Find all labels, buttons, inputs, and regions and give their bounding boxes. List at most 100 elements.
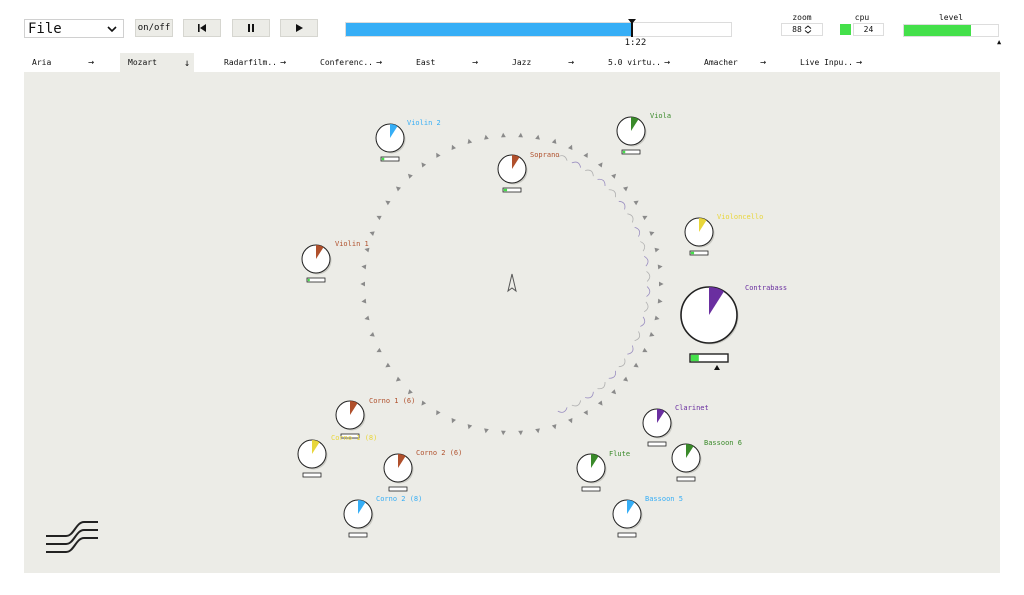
tab-jazz[interactable]: Jazz → (504, 53, 578, 72)
source-flute[interactable] (576, 453, 607, 492)
speaker-marker (642, 215, 648, 221)
speaker-marker (583, 410, 588, 416)
source-corno-2-6[interactable] (383, 453, 414, 492)
tab-label: Conferenc.. (320, 58, 373, 67)
play-icon (296, 24, 303, 32)
source-bassoon-6[interactable] (671, 443, 702, 482)
source-soprano[interactable] (497, 154, 528, 193)
emission-arc (618, 200, 626, 210)
source-violoncello[interactable] (684, 217, 715, 256)
emission-arc (618, 358, 626, 368)
cpu-indicator (840, 24, 851, 35)
speaker-marker (436, 410, 441, 416)
arrow-right-icon[interactable]: → (280, 57, 286, 68)
zoom-stepper[interactable]: 88 (781, 23, 823, 36)
arrow-right-icon[interactable]: → (664, 57, 670, 68)
speaker-marker (633, 200, 639, 206)
speaker-marker (568, 418, 573, 424)
speaker-marker (654, 315, 660, 321)
source-level-fill (307, 278, 310, 282)
tab-mozart[interactable]: Mozart ↓ (120, 53, 194, 72)
source-level-fill (690, 354, 699, 362)
speaker-marker (407, 389, 413, 395)
level-label: level (938, 13, 964, 22)
level-caret-icon: ▲ (997, 38, 1002, 46)
source-violin-1[interactable] (301, 244, 332, 283)
source-label: Viola (650, 112, 672, 120)
source-corno-1-6[interactable] (335, 400, 366, 439)
emission-arc (597, 178, 606, 187)
arrow-right-icon[interactable]: → (88, 57, 94, 68)
file-dropdown-label: File (28, 20, 62, 37)
play-button[interactable] (280, 19, 318, 37)
speaker-marker (421, 400, 427, 406)
tab-aria[interactable]: Aria → (24, 53, 98, 72)
speaker-marker (484, 428, 489, 434)
speaker-marker (361, 264, 367, 270)
stepper-updown-icon (804, 25, 812, 34)
source-bassoon-5[interactable] (612, 499, 643, 538)
tab-label: Mozart (128, 58, 157, 67)
tab-label: Amacher (704, 58, 738, 67)
source-level-fill (622, 150, 626, 154)
speaker-marker (364, 315, 370, 321)
speaker-marker (421, 162, 427, 168)
spatial-canvas[interactable]: Violin 2 Viola Soprano Violin 1 Violoncello C… (24, 72, 1000, 573)
speaker-marker (568, 144, 573, 150)
pause-button[interactable] (232, 19, 270, 37)
source-corno-1-8[interactable] (297, 439, 328, 478)
playback-progress[interactable] (345, 19, 732, 37)
emission-arc (608, 189, 617, 198)
source-label: Violin 2 (407, 119, 441, 127)
emission-arc (597, 381, 606, 390)
zoom-value: 88 (792, 25, 802, 34)
arrow-right-icon[interactable]: → (472, 57, 478, 68)
arrow-down-icon[interactable]: ↓ (184, 58, 190, 69)
tab-east[interactable]: East → (408, 53, 482, 72)
speaker-marker (597, 400, 603, 406)
file-dropdown[interactable]: File (24, 19, 124, 38)
playback-progress-fill (346, 23, 632, 36)
arrow-right-icon[interactable]: → (760, 57, 766, 68)
speaker-marker (467, 424, 473, 430)
source-clarinet[interactable] (642, 408, 673, 447)
tab-label: East (416, 58, 436, 67)
speaker-marker (395, 186, 401, 192)
listener-icon[interactable] (507, 273, 517, 293)
zoom-label: zoom (792, 13, 812, 22)
tab-radarfilm[interactable]: Radarfilm.. → (216, 53, 290, 72)
source-contrabass[interactable] (680, 286, 739, 370)
speaker-marker (467, 138, 473, 144)
tab-live-inpu[interactable]: Live Inpu.. → (792, 53, 866, 72)
speaker-marker (501, 132, 506, 138)
source-corno-2-8[interactable] (343, 499, 374, 538)
arrow-right-icon[interactable]: → (856, 57, 862, 68)
spatial-stage[interactable] (24, 72, 1000, 573)
tab-amacher[interactable]: Amacher → (696, 53, 770, 72)
playback-time: 1:22 (624, 38, 647, 48)
tab-conferenc[interactable]: Conferenc.. → (312, 53, 386, 72)
speaker-marker (535, 428, 540, 434)
speaker-marker (369, 332, 375, 337)
speaker-marker (385, 200, 391, 206)
rewind-button[interactable] (183, 19, 221, 37)
arrow-right-icon[interactable]: → (376, 57, 382, 68)
cpu-label: cpu (854, 13, 870, 22)
emission-arc (643, 301, 649, 313)
tab-label: Aria (32, 58, 52, 67)
speaker-marker (623, 186, 629, 192)
tab-5-0-virtu[interactable]: 5.0 virtu.. → (600, 53, 674, 72)
speaker-marker (649, 231, 655, 236)
source-violin-2[interactable] (375, 123, 406, 162)
arrow-right-icon[interactable]: → (568, 57, 574, 68)
selected-caret-icon (714, 365, 720, 370)
playhead-handle[interactable] (627, 19, 636, 37)
speaker-marker (484, 134, 489, 140)
onoff-button[interactable]: on/off (135, 19, 173, 37)
source-viola[interactable] (616, 116, 647, 155)
speaker-marker (649, 332, 655, 337)
speaker-marker (657, 298, 663, 304)
pause-icon (248, 24, 254, 32)
source-level-meter (647, 441, 667, 447)
speaker-marker (407, 173, 413, 179)
